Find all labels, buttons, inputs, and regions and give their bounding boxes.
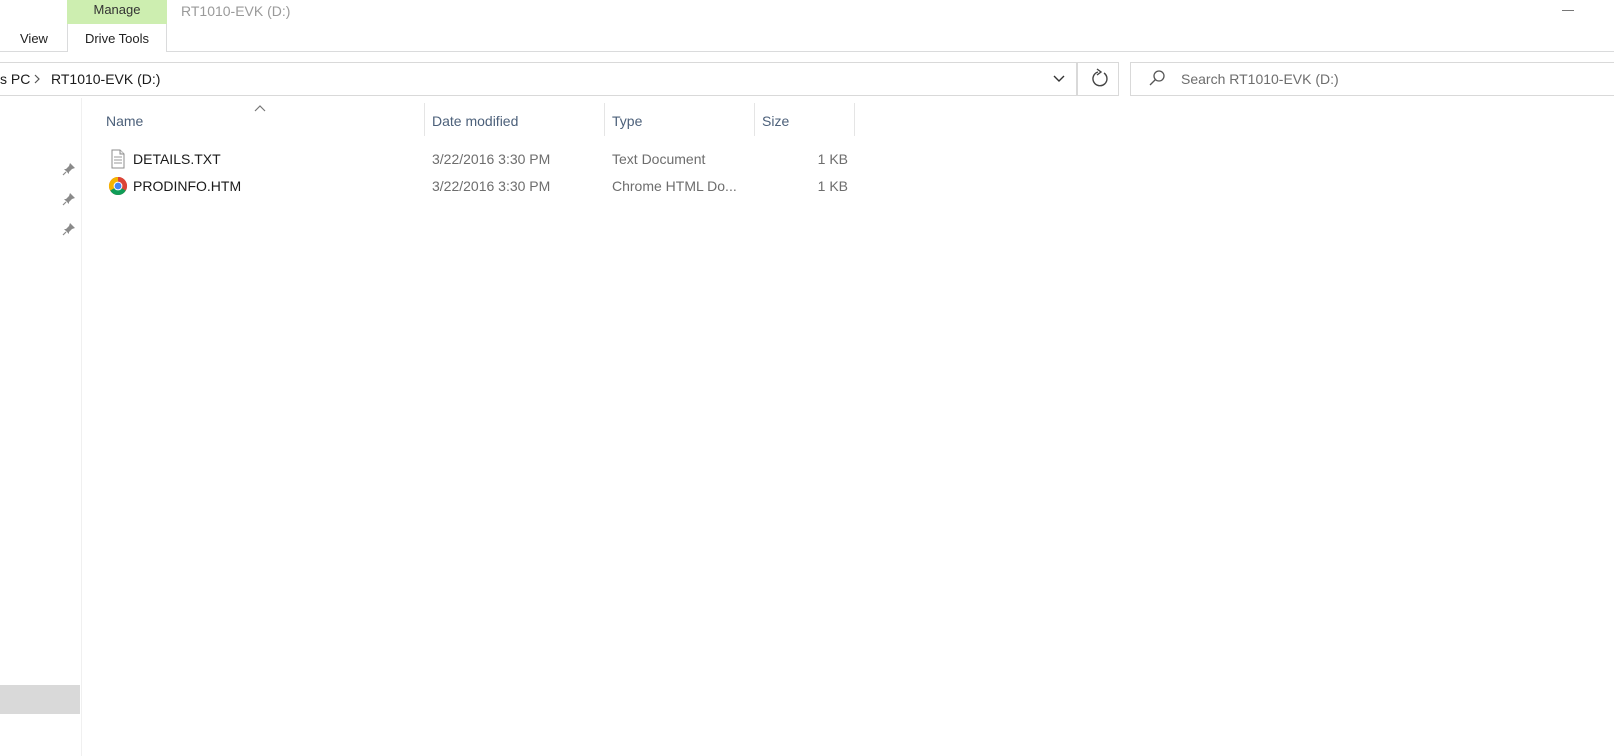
minimize-icon	[1562, 10, 1574, 11]
file-size: 1 KB	[817, 151, 848, 167]
pin-icon[interactable]	[61, 161, 77, 177]
tab-view[interactable]: View	[20, 24, 48, 54]
file-name[interactable]: PRODINFO.HTM	[133, 173, 241, 199]
refresh-icon	[1092, 68, 1108, 87]
file-type: Chrome HTML Do...	[612, 178, 737, 194]
sort-ascending-icon	[253, 100, 267, 112]
file-row[interactable]: PRODINFO.HTM 3/22/2016 3:30 PM Chrome HT…	[102, 173, 854, 199]
file-date-modified: 3/22/2016 3:30 PM	[432, 151, 551, 167]
text-document-icon	[108, 149, 128, 169]
pane-divider[interactable]	[81, 98, 82, 756]
tab-drive-tools[interactable]: Drive Tools	[67, 24, 167, 52]
column-divider[interactable]	[754, 103, 755, 136]
address-bar[interactable]	[0, 62, 1077, 96]
column-header-size[interactable]: Size	[762, 103, 789, 135]
file-date-modified: 3/22/2016 3:30 PM	[432, 178, 551, 194]
pin-icon[interactable]	[61, 191, 77, 207]
column-divider[interactable]	[424, 103, 425, 136]
file-size: 1 KB	[817, 178, 848, 194]
refresh-button[interactable]	[1077, 62, 1119, 96]
file-row[interactable]: DETAILS.TXT 3/22/2016 3:30 PM Text Docum…	[102, 146, 854, 172]
ribbon-divider	[0, 51, 1614, 52]
file-name[interactable]: DETAILS.TXT	[133, 146, 221, 172]
column-divider[interactable]	[854, 103, 855, 136]
pin-icon[interactable]	[61, 221, 77, 237]
column-header-type[interactable]: Type	[612, 103, 642, 135]
column-divider[interactable]	[604, 103, 605, 136]
breadcrumb-chevron-icon[interactable]	[32, 69, 42, 95]
column-header-name[interactable]: Name	[106, 103, 143, 135]
search-placeholder: Search RT1010-EVK (D:)	[1181, 71, 1339, 87]
search-icon	[1146, 67, 1168, 91]
chrome-icon	[108, 176, 128, 196]
file-type: Text Document	[612, 151, 706, 167]
chevron-down-icon[interactable]	[1049, 66, 1069, 92]
breadcrumb-drive[interactable]: RT1010-EVK (D:)	[51, 69, 160, 89]
nav-item-selected[interactable]	[0, 685, 80, 714]
manage-tab-group: Manage	[67, 0, 167, 24]
minimize-button[interactable]	[1552, 0, 1588, 22]
breadcrumb-this-pc[interactable]: s PC	[0, 69, 30, 89]
window-title: RT1010-EVK (D:)	[181, 3, 291, 19]
column-header-date-modified[interactable]: Date modified	[432, 103, 518, 135]
